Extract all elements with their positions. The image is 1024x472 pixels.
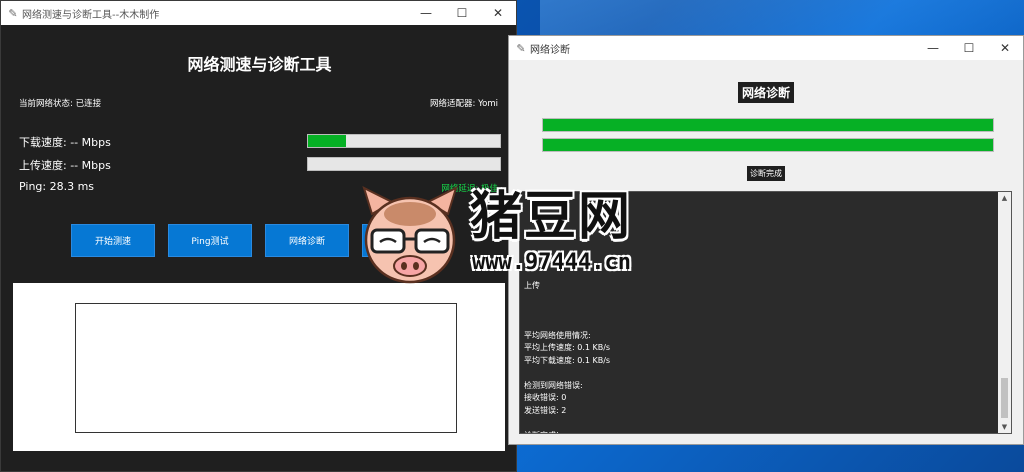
main-window-title: 网络测速与诊断工具--木木制作 <box>22 9 160 21</box>
scroll-up-icon[interactable]: ▲ <box>998 192 1011 204</box>
app-heading: 网络测速与诊断工具 <box>187 55 332 74</box>
network-adapter: 网络适配器: Yomi <box>430 99 498 109</box>
status-row: 当前网络状态: 已连接 网络适配器: Yomi <box>19 97 498 109</box>
minimize-button[interactable]: — <box>408 1 444 25</box>
feather-icon: ✎ <box>516 41 526 55</box>
watermark-name: 猪豆网 <box>470 187 633 247</box>
scroll-thumb[interactable] <box>1001 378 1008 418</box>
result-canvas <box>75 303 457 433</box>
upload-progress-bar <box>307 157 501 171</box>
network-diagnose-button[interactable]: 网络诊断 <box>265 224 349 257</box>
download-progress-fill <box>308 135 347 147</box>
upload-speed-label: 上传速度: -- Mbps <box>19 159 111 172</box>
result-panel <box>13 283 505 451</box>
pig-mascot-icon <box>362 186 458 284</box>
diag-status-text: 诊断完成 <box>747 166 785 181</box>
maximize-button[interactable]: ☐ <box>951 36 987 60</box>
close-button[interactable]: ✕ <box>480 1 516 25</box>
feather-icon: ✎ <box>8 6 18 20</box>
minimize-button[interactable]: — <box>915 36 951 60</box>
diag-heading-text: 网络诊断 <box>737 82 794 103</box>
diag-titlebar[interactable]: ✎ 网络诊断 — ☐ ✕ <box>509 36 1023 60</box>
download-speed-label: 下载速度: -- Mbps <box>19 136 111 149</box>
diag-progress-fill-2 <box>543 139 993 151</box>
maximize-button[interactable]: ☐ <box>444 1 480 25</box>
scroll-down-icon[interactable]: ▼ <box>998 421 1011 433</box>
diag-progress-bar-2 <box>542 138 994 152</box>
start-speedtest-button[interactable]: 开始测速 <box>71 224 155 257</box>
download-progress-bar <box>307 134 501 148</box>
diag-heading: 网络诊断 <box>509 82 1023 103</box>
diag-progress-fill-1 <box>543 119 993 131</box>
close-button[interactable]: ✕ <box>987 36 1023 60</box>
site-watermark: 猪豆网 www.97444.cn <box>358 182 668 292</box>
ping-label: Ping: 28.3 ms <box>19 180 95 193</box>
diag-window-title: 网络诊断 <box>530 44 570 56</box>
watermark-url: www.97444.cn <box>472 250 631 275</box>
main-titlebar[interactable]: ✎ 网络测速与诊断工具--木木制作 — ☐ ✕ <box>1 1 516 25</box>
log-scrollbar[interactable]: ▲ ▼ <box>998 192 1011 433</box>
diag-progress-bar-1 <box>542 118 994 132</box>
ping-test-button[interactable]: Ping测试 <box>168 224 252 257</box>
connection-status: 当前网络状态: 已连接 <box>19 99 102 109</box>
